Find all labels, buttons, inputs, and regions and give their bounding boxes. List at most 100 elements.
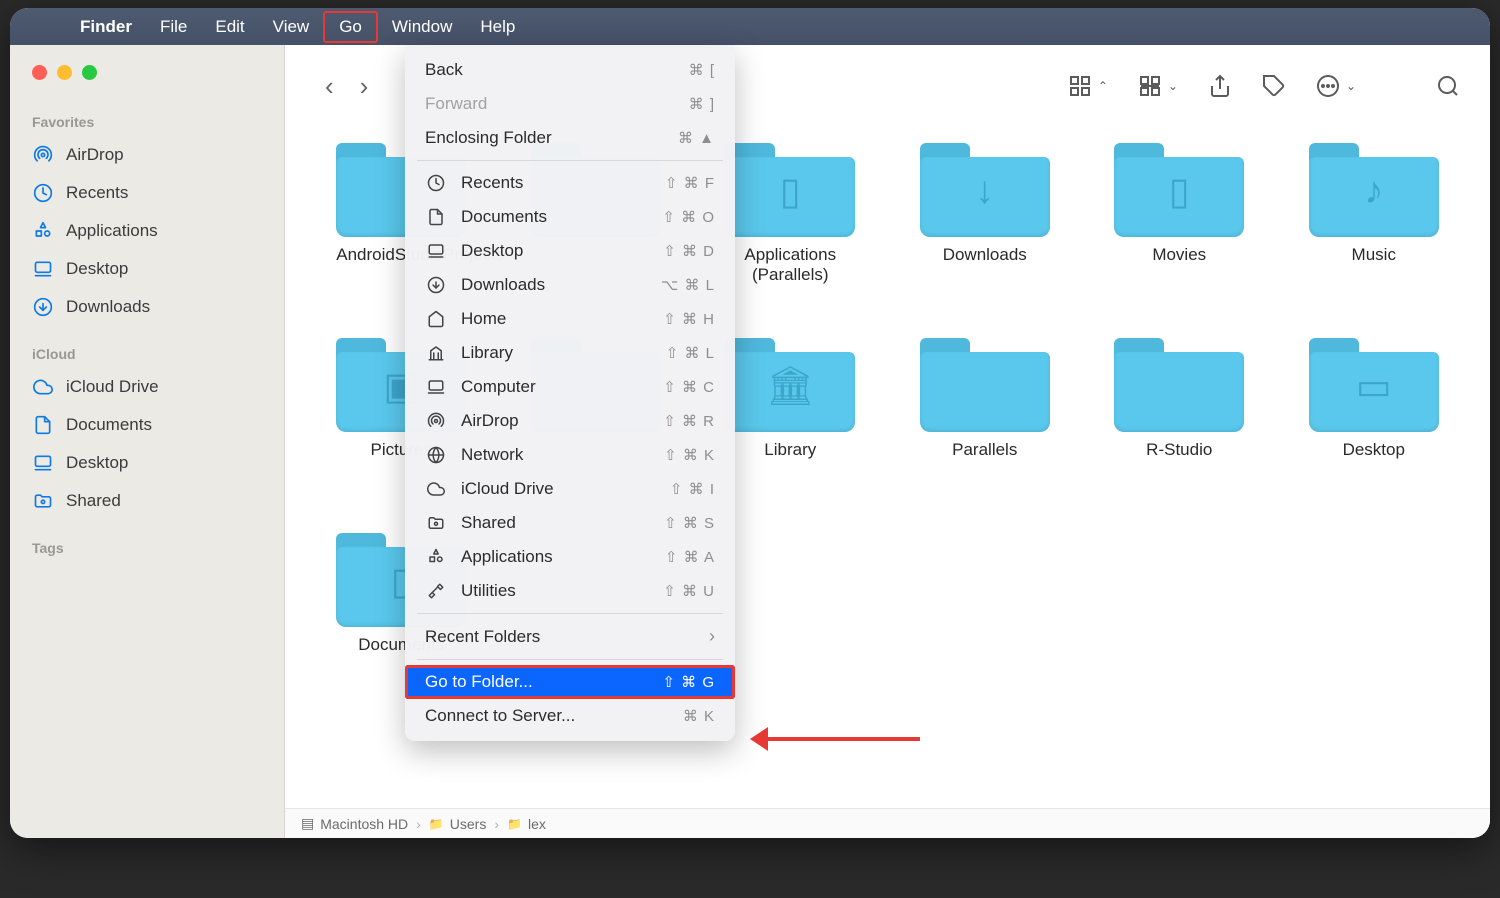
menu-item-icloud-drive[interactable]: iCloud Drive ⇧ ⌘ I bbox=[405, 472, 735, 506]
menu-item-computer[interactable]: Computer ⇧ ⌘ C bbox=[405, 370, 735, 404]
share-button[interactable] bbox=[1198, 70, 1242, 102]
folder-item[interactable]: ▭ Desktop bbox=[1282, 332, 1467, 497]
menu-item-recent-folders[interactable]: Recent Folders › bbox=[405, 619, 735, 654]
apps-icon bbox=[425, 548, 447, 566]
menu-item-home[interactable]: Home ⇧ ⌘ H bbox=[405, 302, 735, 336]
menu-item-label: Utilities bbox=[461, 581, 649, 601]
sidebar-item-documents[interactable]: Documents bbox=[10, 406, 284, 444]
close-button[interactable] bbox=[32, 65, 47, 80]
menu-item-downloads[interactable]: Downloads ⌥ ⌘ L bbox=[405, 268, 735, 302]
shared-icon bbox=[425, 514, 447, 532]
folder-label: Downloads bbox=[943, 245, 1027, 265]
menu-file[interactable]: File bbox=[146, 11, 201, 43]
sidebar-item-downloads[interactable]: Downloads bbox=[10, 288, 284, 326]
menu-item-label: Back bbox=[425, 60, 675, 80]
clock-icon bbox=[32, 182, 54, 204]
sidebar-item-label: Desktop bbox=[66, 453, 128, 473]
sidebar-item-icloud-drive[interactable]: iCloud Drive bbox=[10, 368, 284, 406]
annotation-arrow bbox=[760, 733, 920, 745]
menu-item-label: Connect to Server... bbox=[425, 706, 669, 726]
sidebar-item-recents[interactable]: Recents bbox=[10, 174, 284, 212]
menu-shortcut: ⇧ ⌘ S bbox=[664, 514, 715, 532]
go-menu-dropdown: Back ⌘ [ Forward ⌘ ] Enclosing Folder ⌘ … bbox=[405, 45, 735, 741]
folder-icon: ▯ bbox=[725, 137, 855, 237]
menu-go[interactable]: Go bbox=[323, 11, 378, 43]
action-button[interactable]: ⌄ bbox=[1306, 70, 1366, 102]
menu-item-label: Network bbox=[461, 445, 650, 465]
sidebar-item-applications[interactable]: Applications bbox=[10, 212, 284, 250]
folder-icon: ♪ bbox=[1309, 137, 1439, 237]
menu-view[interactable]: View bbox=[259, 11, 324, 43]
menu-item-label: Applications bbox=[461, 547, 651, 567]
menu-edit[interactable]: Edit bbox=[201, 11, 258, 43]
menu-help[interactable]: Help bbox=[466, 11, 529, 43]
menu-item-enclosing-folder[interactable]: Enclosing Folder ⌘ ▲ bbox=[405, 121, 735, 155]
menu-item-label: Enclosing Folder bbox=[425, 128, 664, 148]
sidebar-item-label: Desktop bbox=[66, 259, 128, 279]
folder-item[interactable]: R-Studio bbox=[1087, 332, 1272, 497]
sidebar-item-label: Shared bbox=[66, 491, 121, 511]
folder-label: Library bbox=[764, 440, 816, 460]
airdrop-icon bbox=[425, 412, 447, 430]
nav-forward-icon[interactable]: › bbox=[360, 71, 369, 102]
menu-item-connect-to-server-[interactable]: Connect to Server... ⌘ K bbox=[405, 699, 735, 733]
menu-shortcut: ⇧ ⌘ C bbox=[663, 378, 715, 396]
path-bar: ▤ Macintosh HD › 📁 Users › 📁 lex bbox=[285, 808, 1490, 838]
sidebar-item-shared[interactable]: Shared bbox=[10, 482, 284, 520]
home-icon bbox=[425, 310, 447, 328]
utilities-icon bbox=[425, 582, 447, 600]
menu-item-network[interactable]: Network ⇧ ⌘ K bbox=[405, 438, 735, 472]
folder-label: Parallels bbox=[952, 440, 1017, 460]
clock-icon bbox=[425, 174, 447, 192]
group-button[interactable]: ⌄ bbox=[1128, 70, 1188, 102]
sidebar-item-desktop[interactable]: Desktop bbox=[10, 444, 284, 482]
tags-button[interactable] bbox=[1252, 70, 1296, 102]
search-button[interactable] bbox=[1426, 70, 1470, 102]
menu-item-documents[interactable]: Documents ⇧ ⌘ O bbox=[405, 200, 735, 234]
menu-item-desktop[interactable]: Desktop ⇧ ⌘ D bbox=[405, 234, 735, 268]
view-mode-button[interactable]: ⌃ bbox=[1058, 70, 1118, 102]
path-segment[interactable]: ▤ Macintosh HD bbox=[301, 815, 408, 832]
minimize-button[interactable] bbox=[57, 65, 72, 80]
menu-item-utilities[interactable]: Utilities ⇧ ⌘ U bbox=[405, 574, 735, 608]
menu-separator bbox=[417, 659, 723, 660]
folder-item[interactable]: ♪ Music bbox=[1282, 137, 1467, 302]
menu-shortcut: ⌘ ] bbox=[689, 95, 715, 113]
menu-item-label: AirDrop bbox=[461, 411, 649, 431]
shared-icon bbox=[32, 490, 54, 512]
menu-item-airdrop[interactable]: AirDrop ⇧ ⌘ R bbox=[405, 404, 735, 438]
folder-item[interactable]: Parallels bbox=[893, 332, 1078, 497]
folder-item[interactable]: ↓ Downloads bbox=[893, 137, 1078, 302]
menu-window[interactable]: Window bbox=[378, 11, 466, 43]
menu-item-applications[interactable]: Applications ⇧ ⌘ A bbox=[405, 540, 735, 574]
computer-icon bbox=[425, 378, 447, 396]
menu-item-forward[interactable]: Forward ⌘ ] bbox=[405, 87, 735, 121]
sidebar-item-label: Downloads bbox=[66, 297, 150, 317]
menu-item-go-to-folder-[interactable]: Go to Folder... ⇧ ⌘ G bbox=[405, 665, 735, 699]
menu-item-shared[interactable]: Shared ⇧ ⌘ S bbox=[405, 506, 735, 540]
folder-icon: 📁 bbox=[429, 817, 444, 831]
sidebar-item-label: AirDrop bbox=[66, 145, 124, 165]
nav-back-icon[interactable]: ‹ bbox=[325, 71, 334, 102]
folder-icon bbox=[1114, 332, 1244, 432]
chevron-right-icon: › bbox=[709, 626, 715, 647]
path-segment[interactable]: 📁 lex bbox=[507, 816, 546, 832]
menu-item-library[interactable]: Library ⇧ ⌘ L bbox=[405, 336, 735, 370]
menubar-app-name[interactable]: Finder bbox=[66, 11, 146, 43]
path-segment[interactable]: 📁 Users bbox=[429, 816, 487, 832]
sidebar-item-label: Applications bbox=[66, 221, 158, 241]
sidebar-item-desktop[interactable]: Desktop bbox=[10, 250, 284, 288]
apps-icon bbox=[32, 220, 54, 242]
folder-item[interactable]: ▯ Movies bbox=[1087, 137, 1272, 302]
menu-item-label: Recents bbox=[461, 173, 651, 193]
folder-label: Music bbox=[1352, 245, 1396, 265]
folder-label: R-Studio bbox=[1146, 440, 1212, 460]
sidebar-item-airdrop[interactable]: AirDrop bbox=[10, 136, 284, 174]
menu-item-back[interactable]: Back ⌘ [ bbox=[405, 53, 735, 87]
cloud-icon bbox=[425, 480, 447, 498]
menu-shortcut: ⇧ ⌘ F bbox=[665, 174, 715, 192]
folder-icon: ↓ bbox=[920, 137, 1050, 237]
menu-shortcut: ⇧ ⌘ H bbox=[663, 310, 715, 328]
zoom-button[interactable] bbox=[82, 65, 97, 80]
menu-item-recents[interactable]: Recents ⇧ ⌘ F bbox=[405, 166, 735, 200]
